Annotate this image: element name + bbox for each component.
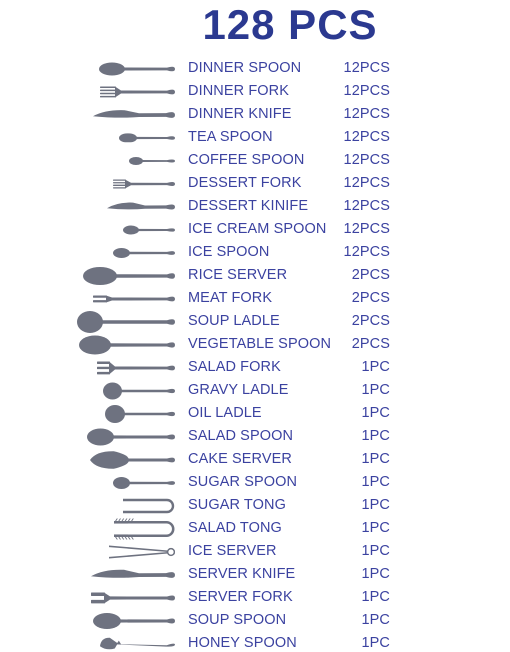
ice-spoon-icon — [60, 241, 175, 264]
cutlery-row: CAKE SERVER 1PC — [0, 448, 510, 471]
coffee-spoon-icon — [60, 149, 175, 172]
cutlery-item-quantity: 12PCS — [343, 244, 390, 260]
cutlery-item-label: SOUP LADLE — [188, 313, 280, 329]
dinner-spoon-icon — [60, 57, 175, 80]
cutlery-row: SERVER FORK 1PC — [0, 586, 510, 609]
cutlery-row: DESSERT FORK 12PCS — [0, 172, 510, 195]
page-title: 128 PCS — [202, 1, 378, 48]
cutlery-item-quantity: 1PC — [361, 589, 390, 605]
cutlery-row: DINNER FORK 12PCS — [0, 80, 510, 103]
soup-spoon-icon — [60, 609, 175, 632]
cutlery-item-quantity: 2PCS — [351, 267, 390, 283]
cutlery-row: SALAD TONG 1PC — [0, 517, 510, 540]
cutlery-item-quantity: 1PC — [361, 428, 390, 444]
cutlery-row: SALAD SPOON 1PC — [0, 425, 510, 448]
dessert-fork-icon — [60, 172, 175, 195]
cutlery-item-label: ICE SPOON — [188, 244, 270, 260]
oil-ladle-icon — [60, 402, 175, 425]
cutlery-item-label: GRAVY LADLE — [188, 382, 289, 398]
cutlery-item-label: SALAD SPOON — [188, 428, 294, 444]
cutlery-row: DINNER KNIFE 12PCS — [0, 103, 510, 126]
cutlery-row: SUGAR SPOON 1PC — [0, 471, 510, 494]
cutlery-item-quantity: 1PC — [361, 497, 390, 513]
server-fork-icon — [60, 586, 175, 609]
cutlery-row: OIL LADLE 1PC — [0, 402, 510, 425]
cutlery-row: HONEY SPOON 1PC — [0, 632, 510, 652]
cutlery-item-label: DINNER KNIFE — [188, 106, 292, 122]
cutlery-item-label: SERVER FORK — [188, 589, 293, 605]
salad-spoon-icon — [60, 425, 175, 448]
cutlery-row: GRAVY LADLE 1PC — [0, 379, 510, 402]
sugar-tong-icon — [60, 494, 175, 517]
vegetable-spoon-icon — [60, 333, 175, 356]
cutlery-item-quantity: 1PC — [361, 520, 390, 536]
cutlery-item-quantity: 12PCS — [343, 198, 390, 214]
cutlery-row: ICE SPOON 12PCS — [0, 241, 510, 264]
cutlery-row: ICE CREAM SPOON 12PCS — [0, 218, 510, 241]
cutlery-item-quantity: 1PC — [361, 635, 390, 651]
cutlery-item-quantity: 12PCS — [343, 221, 390, 237]
cutlery-row: ICE SERVER 1PC — [0, 540, 510, 563]
cutlery-row: MEAT FORK 2PCS — [0, 287, 510, 310]
cutlery-row: DINNER SPOON 12PCS — [0, 57, 510, 80]
meat-fork-icon — [60, 287, 175, 310]
salad-fork-icon — [60, 356, 175, 379]
ice-cream-spoon-icon — [60, 218, 175, 241]
dinner-knife-icon — [60, 103, 175, 126]
cutlery-item-quantity: 12PCS — [343, 60, 390, 76]
cutlery-row: DESSERT KINIFE 12PCS — [0, 195, 510, 218]
dessert-knife-icon — [60, 195, 175, 218]
cutlery-item-quantity: 2PCS — [351, 313, 390, 329]
cutlery-row: SUGAR TONG 1PC — [0, 494, 510, 517]
cutlery-row: VEGETABLE SPOON 2PCS — [0, 333, 510, 356]
cutlery-row: SALAD FORK 1PC — [0, 356, 510, 379]
sugar-spoon-icon — [60, 471, 175, 494]
cutlery-item-quantity: 1PC — [361, 382, 390, 398]
rice-server-icon — [60, 264, 175, 287]
server-knife-icon — [60, 563, 175, 586]
cutlery-item-quantity: 12PCS — [343, 175, 390, 191]
cutlery-item-quantity: 2PCS — [351, 290, 390, 306]
cutlery-item-label: SALAD FORK — [188, 359, 281, 375]
gravy-ladle-icon — [60, 379, 175, 402]
cutlery-item-list: DINNER SPOON 12PCS DINNER FORK 12PCS DINNER … — [0, 57, 510, 652]
cutlery-item-quantity: 12PCS — [343, 106, 390, 122]
cutlery-item-label: DINNER FORK — [188, 83, 289, 99]
cutlery-item-label: MEAT FORK — [188, 290, 273, 306]
cutlery-item-label: TEA SPOON — [188, 129, 273, 145]
cutlery-row: COFFEE SPOON 12PCS — [0, 149, 510, 172]
cutlery-item-label: OIL LADLE — [188, 405, 262, 421]
cutlery-set-poster: 128 PCS DINNER SPOON 12PCS DINNER FORK 12PC… — [0, 0, 510, 652]
cutlery-item-label: SUGAR TONG — [188, 497, 286, 513]
cutlery-item-quantity: 12PCS — [343, 129, 390, 145]
cutlery-item-quantity: 1PC — [361, 566, 390, 582]
cutlery-row: TEA SPOON 12PCS — [0, 126, 510, 149]
cutlery-item-label: ICE SERVER — [188, 543, 277, 559]
cutlery-row: SERVER KNIFE 1PC — [0, 563, 510, 586]
cutlery-item-quantity: 1PC — [361, 405, 390, 421]
cutlery-item-quantity: 12PCS — [343, 83, 390, 99]
salad-tong-icon — [60, 517, 175, 540]
cutlery-row: RICE SERVER 2PCS — [0, 264, 510, 287]
cutlery-item-quantity: 1PC — [361, 474, 390, 490]
ice-server-icon — [60, 540, 175, 563]
tea-spoon-icon — [60, 126, 175, 149]
cutlery-item-quantity: 1PC — [361, 451, 390, 467]
cutlery-item-label: CAKE SERVER — [188, 451, 292, 467]
cutlery-item-label: SOUP SPOON — [188, 612, 287, 628]
cake-server-icon — [60, 448, 175, 471]
cutlery-item-label: RICE SERVER — [188, 267, 288, 283]
dinner-fork-icon — [60, 80, 175, 103]
cutlery-item-label: SALAD TONG — [188, 520, 282, 536]
cutlery-item-quantity: 1PC — [361, 359, 390, 375]
cutlery-item-quantity: 1PC — [361, 612, 390, 628]
honey-spoon-icon — [60, 632, 175, 652]
cutlery-row: SOUP LADLE 2PCS — [0, 310, 510, 333]
soup-ladle-icon — [60, 310, 175, 333]
cutlery-item-quantity: 2PCS — [351, 336, 390, 352]
cutlery-item-quantity: 12PCS — [343, 152, 390, 168]
cutlery-row: SOUP SPOON 1PC — [0, 609, 510, 632]
cutlery-item-quantity: 1PC — [361, 543, 390, 559]
